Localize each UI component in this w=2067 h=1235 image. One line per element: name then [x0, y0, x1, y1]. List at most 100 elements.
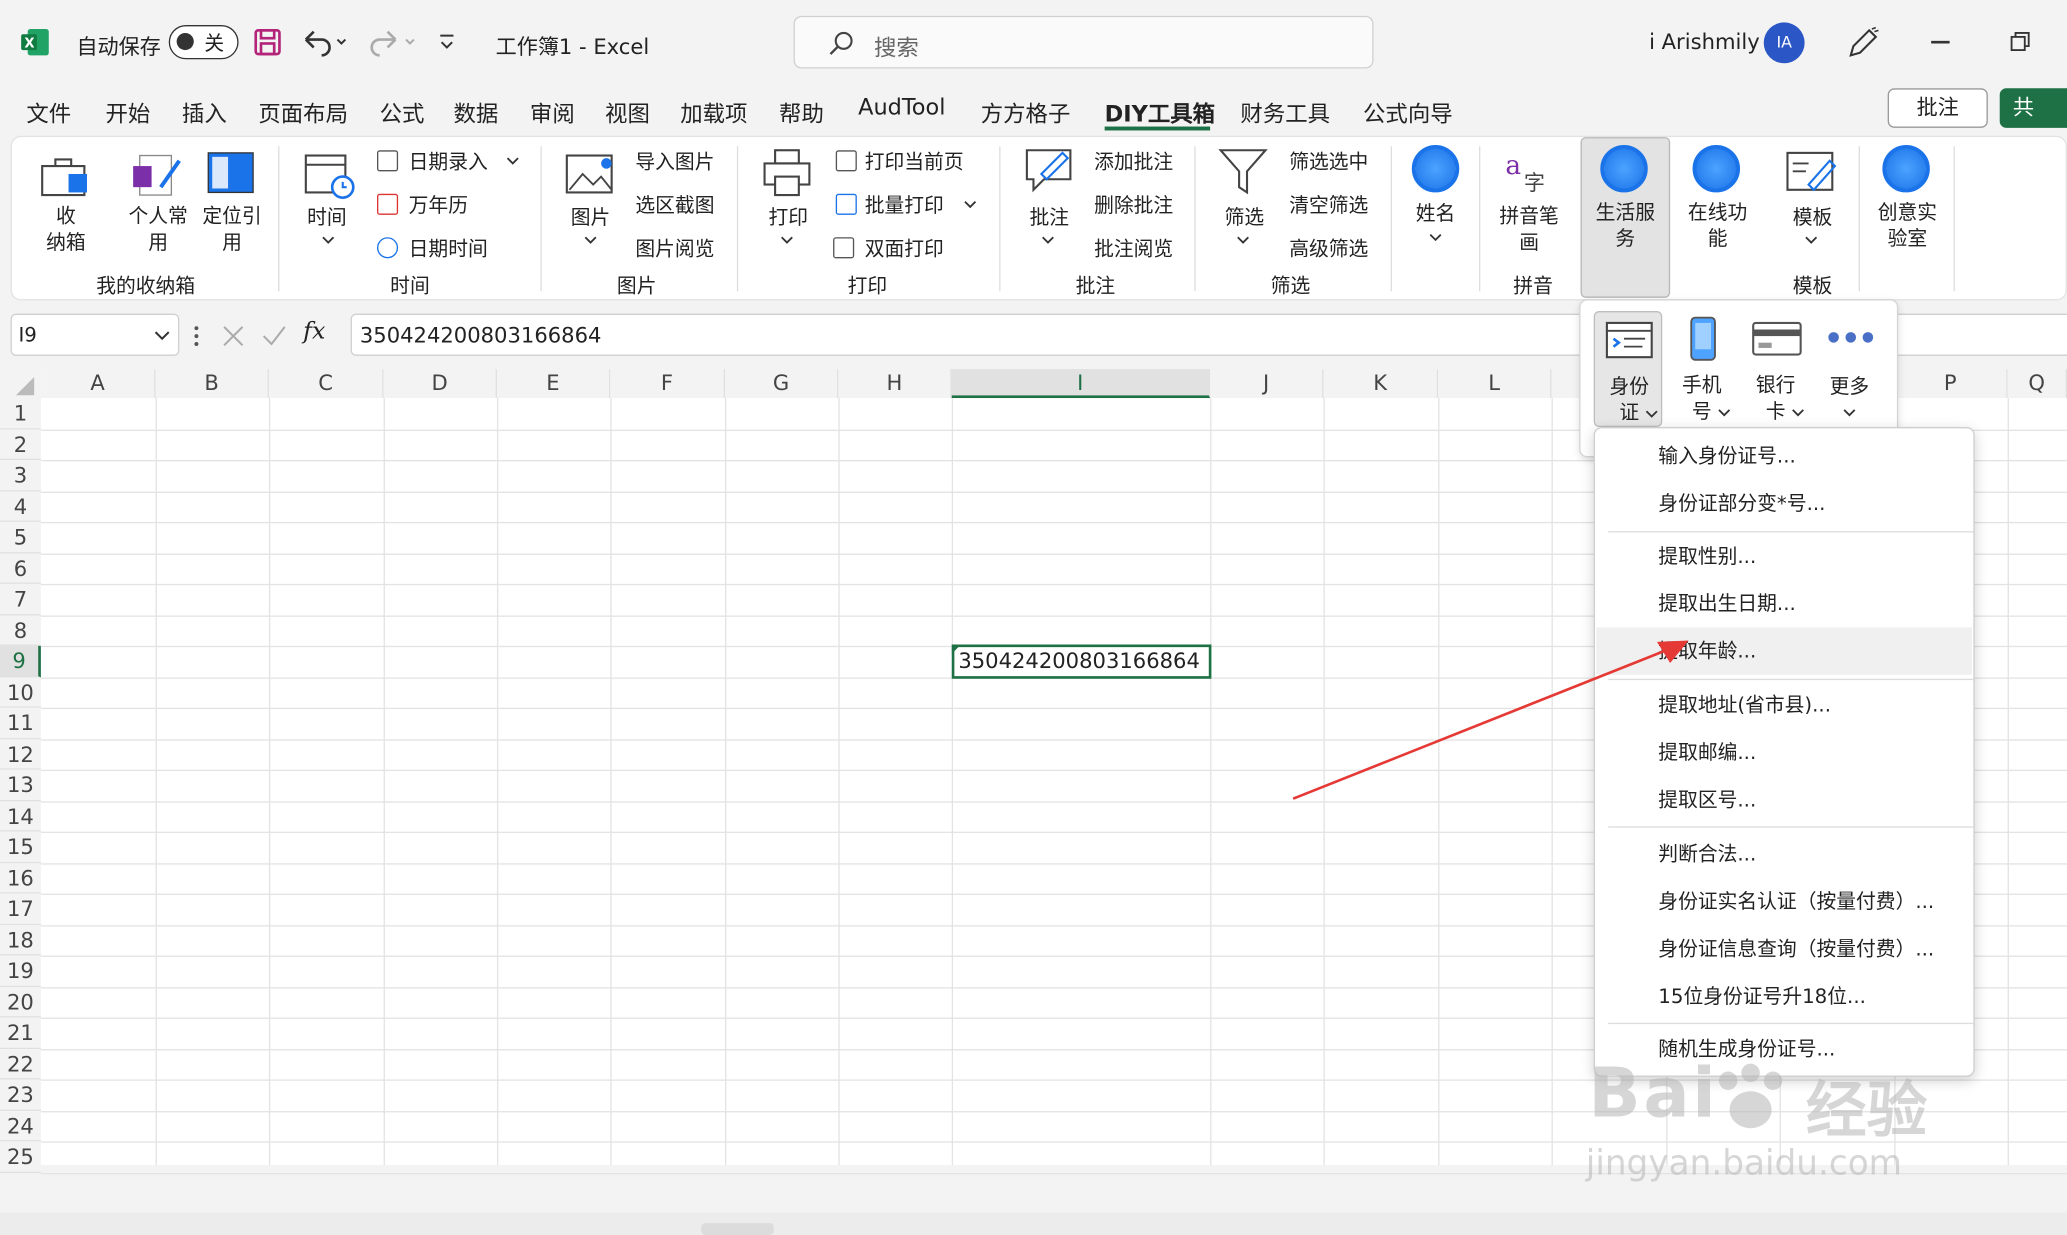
- row-header-23[interactable]: 23: [0, 1079, 41, 1111]
- tab-insert[interactable]: 插入: [182, 95, 227, 127]
- tab-view[interactable]: 视图: [605, 95, 650, 127]
- column-header-i[interactable]: I: [951, 369, 1211, 399]
- column-header-b[interactable]: B: [155, 369, 269, 399]
- clear-filter-button[interactable]: 清空筛选: [1289, 191, 1368, 219]
- print-current-page-button[interactable]: 打印当前页: [865, 148, 964, 176]
- menu-item-enter-id[interactable]: 输入身份证号...: [1596, 432, 1972, 479]
- more-button[interactable]: 更多: [1815, 311, 1884, 427]
- advanced-filter-button[interactable]: 高级筛选: [1289, 235, 1368, 263]
- tab-formulas[interactable]: 公式: [380, 95, 425, 127]
- filter-selected-button[interactable]: 筛选选中: [1289, 148, 1368, 176]
- tab-home[interactable]: 开始: [105, 95, 150, 127]
- column-header-c[interactable]: C: [268, 369, 384, 399]
- phone-number-button[interactable]: 手机 号: [1668, 311, 1737, 427]
- row-header-21[interactable]: 21: [0, 1017, 41, 1049]
- perpetual-calendar-button[interactable]: 万年历: [409, 191, 468, 219]
- time-button[interactable]: 时间: [301, 203, 354, 231]
- row-header-18[interactable]: 18: [0, 924, 41, 956]
- column-header-e[interactable]: E: [496, 369, 611, 399]
- life-services-button[interactable]: 生活服 务: [1590, 199, 1661, 252]
- batch-print-button[interactable]: 批量打印: [865, 191, 944, 219]
- name-box[interactable]: I9: [10, 313, 180, 356]
- pinyin-strokes-button[interactable]: 拼音笔 画: [1495, 203, 1564, 256]
- autosave-toggle[interactable]: 关: [168, 25, 239, 60]
- row-header-9[interactable]: 9: [0, 645, 41, 677]
- row-header-10[interactable]: 10: [0, 676, 41, 708]
- row-header-1[interactable]: 1: [0, 398, 41, 430]
- row-header-7[interactable]: 7: [0, 583, 41, 615]
- redo-icon[interactable]: [369, 26, 416, 58]
- template-button[interactable]: 模板: [1786, 203, 1839, 231]
- row-header-24[interactable]: 24: [0, 1110, 41, 1142]
- duplex-print-button[interactable]: 双面打印: [865, 235, 944, 263]
- pen-icon[interactable]: [1845, 26, 1879, 60]
- menu-item-upgrade-15-to-18[interactable]: 15位身份证号升18位...: [1596, 973, 1972, 1020]
- row-header-15[interactable]: 15: [0, 831, 41, 863]
- column-header-l[interactable]: L: [1438, 369, 1552, 399]
- save-icon[interactable]: [253, 28, 282, 57]
- column-header-h[interactable]: H: [838, 369, 952, 399]
- print-button[interactable]: 打印: [762, 203, 815, 231]
- confirm-entry-icon[interactable]: [261, 324, 287, 348]
- locate-reference-button[interactable]: 定位引 用: [198, 203, 267, 256]
- restore-icon[interactable]: [2010, 32, 2031, 53]
- browse-comment-button[interactable]: 批注阅览: [1094, 235, 1173, 263]
- row-header-11[interactable]: 11: [0, 707, 41, 739]
- row-header-12[interactable]: 12: [0, 738, 41, 770]
- more-options-icon[interactable]: [192, 324, 200, 348]
- quick-access-customize-icon[interactable]: [438, 32, 456, 53]
- tab-help[interactable]: 帮助: [779, 95, 824, 127]
- tab-formula-wizard[interactable]: 公式向导: [1363, 95, 1453, 127]
- creative-lab-button[interactable]: 创意实 验室: [1872, 199, 1943, 252]
- menu-item-extract-birthdate[interactable]: 提取出生日期...: [1596, 580, 1972, 627]
- import-picture-button[interactable]: 导入图片: [635, 148, 714, 176]
- row-header-16[interactable]: 16: [0, 862, 41, 894]
- row-header-20[interactable]: 20: [0, 986, 41, 1018]
- picture-browse-button[interactable]: 图片阅览: [635, 235, 714, 263]
- bank-card-button[interactable]: 银行 卡: [1741, 311, 1810, 427]
- share-button[interactable]: 共: [1999, 88, 2067, 128]
- column-header-p[interactable]: P: [1894, 369, 2008, 399]
- search-box[interactable]: 搜索: [793, 15, 1374, 69]
- date-entry-button[interactable]: 日期录入: [409, 148, 488, 176]
- tab-file[interactable]: 文件: [26, 95, 71, 127]
- tab-page-layout[interactable]: 页面布局: [258, 95, 348, 127]
- comment-button[interactable]: 批注: [1023, 203, 1076, 231]
- picture-button[interactable]: 图片: [564, 203, 617, 231]
- tab-diy-toolbox[interactable]: DIY工具箱: [1105, 95, 1215, 127]
- menu-item-realname-auth[interactable]: 身份证实名认证（按量付费）...: [1596, 878, 1972, 925]
- column-header-f[interactable]: F: [610, 369, 726, 399]
- add-comment-button[interactable]: 添加批注: [1094, 148, 1173, 176]
- row-header-17[interactable]: 17: [0, 893, 41, 925]
- comments-button[interactable]: 批注: [1887, 88, 1988, 128]
- selection-screenshot-button[interactable]: 选区截图: [635, 191, 714, 219]
- column-header-j[interactable]: J: [1210, 369, 1324, 399]
- row-header-2[interactable]: 2: [0, 429, 41, 460]
- column-header-g[interactable]: G: [725, 369, 839, 399]
- delete-comment-button[interactable]: 删除批注: [1094, 191, 1173, 219]
- menu-item-mask-id[interactable]: 身份证部分变*号...: [1596, 480, 1972, 527]
- datetime-button[interactable]: 日期时间: [409, 235, 488, 263]
- filter-button[interactable]: 筛选: [1218, 203, 1271, 231]
- tab-addins[interactable]: 加载项: [680, 95, 747, 127]
- column-header-k[interactable]: K: [1323, 369, 1439, 399]
- online-functions-button[interactable]: 在线功 能: [1682, 199, 1753, 252]
- storage-box-button[interactable]: 收 纳箱: [40, 203, 93, 256]
- avatar[interactable]: IA: [1763, 22, 1805, 64]
- row-header-8[interactable]: 8: [0, 614, 41, 646]
- row-header-5[interactable]: 5: [0, 521, 41, 553]
- tab-data[interactable]: 数据: [453, 95, 498, 127]
- tab-audtool[interactable]: AudTool: [858, 95, 945, 121]
- select-all-corner[interactable]: [0, 369, 41, 399]
- row-header-19[interactable]: 19: [0, 955, 41, 987]
- column-header-a[interactable]: A: [40, 369, 156, 399]
- id-card-button[interactable]: 身份 证: [1593, 311, 1663, 428]
- tab-review[interactable]: 审阅: [530, 95, 575, 127]
- column-header-q[interactable]: Q: [2007, 369, 2067, 399]
- row-header-22[interactable]: 22: [0, 1048, 41, 1080]
- row-header-13[interactable]: 13: [0, 769, 41, 801]
- cancel-entry-icon[interactable]: [221, 324, 245, 348]
- insert-function-icon[interactable]: fx: [303, 318, 325, 346]
- row-header-3[interactable]: 3: [0, 459, 41, 491]
- name-button[interactable]: 姓名: [1409, 199, 1462, 227]
